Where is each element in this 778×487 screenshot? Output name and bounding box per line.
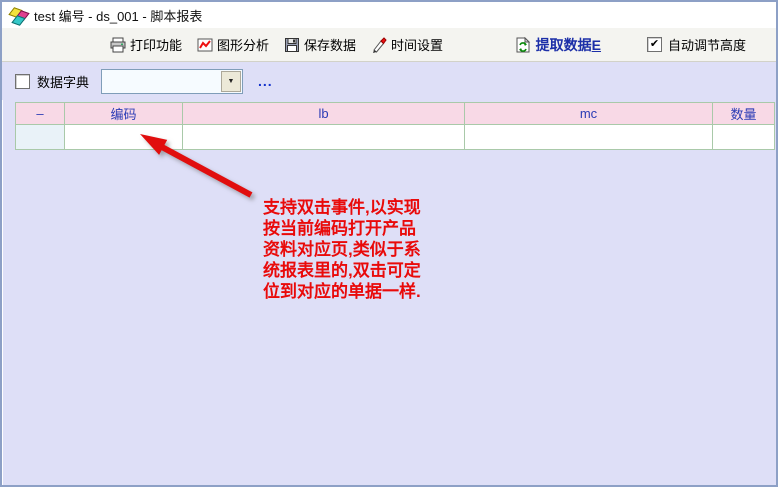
- extract-data-icon: [515, 37, 531, 53]
- annotation-text: 支持双击事件,以实现 按当前编码打开产品 资料对应页,类似于系 统报表里的,双击…: [263, 197, 421, 302]
- column-header-code[interactable]: 编码: [65, 103, 183, 125]
- extract-data-button[interactable]: 提取数据E: [515, 35, 601, 55]
- dictionary-combobox[interactable]: ▼: [101, 69, 243, 94]
- report-grid: – 编码 lb mc 数量: [15, 102, 775, 150]
- column-header-mc[interactable]: mc: [465, 103, 713, 125]
- table-row-empty: [16, 125, 775, 150]
- auto-height-toggle[interactable]: 自动调节高度: [647, 35, 746, 54]
- chart-analysis-label: 图形分析: [217, 35, 269, 54]
- auto-height-checkbox[interactable]: [647, 37, 662, 52]
- empty-cell: [713, 125, 775, 150]
- save-icon: [284, 37, 300, 53]
- report-window: test 编号 - ds_001 - 脚本报表 打印功能 图形分析: [0, 0, 778, 487]
- dropdown-arrow-icon[interactable]: ▼: [221, 71, 241, 92]
- column-header-qty[interactable]: 数量: [713, 103, 775, 125]
- auto-height-label: 自动调节高度: [668, 35, 746, 54]
- table-header-row: – 编码 lb mc 数量: [16, 103, 775, 125]
- dictionary-bar: 数据字典 ▼ ...: [2, 62, 776, 100]
- print-button[interactable]: 打印功能: [110, 35, 182, 54]
- annotation-arrow-icon: [132, 128, 262, 206]
- chart-icon: [197, 37, 213, 53]
- time-settings-label: 时间设置: [391, 35, 443, 54]
- print-button-label: 打印功能: [130, 35, 182, 54]
- report-table-body: [16, 125, 775, 150]
- title-bar: test 编号 - ds_001 - 脚本报表: [2, 2, 776, 28]
- empty-cell: [16, 125, 65, 150]
- window-title: test 编号 - ds_001 - 脚本报表: [34, 6, 202, 25]
- more-options-button[interactable]: ...: [258, 73, 273, 89]
- empty-cell: [465, 125, 713, 150]
- save-data-label: 保存数据: [304, 35, 356, 54]
- main-toolbar: 打印功能 图形分析 保存数据: [2, 28, 776, 62]
- save-data-button[interactable]: 保存数据: [284, 35, 356, 54]
- dictionary-checkbox[interactable]: [15, 74, 30, 89]
- column-header-lb[interactable]: lb: [183, 103, 465, 125]
- extract-hotkey: E: [592, 37, 601, 53]
- time-pen-icon: [371, 37, 387, 53]
- printer-icon: [110, 37, 126, 53]
- column-header-index[interactable]: –: [16, 103, 65, 125]
- dictionary-label: 数据字典: [37, 72, 89, 91]
- chart-analysis-button[interactable]: 图形分析: [197, 35, 269, 54]
- report-diamonds-icon: [10, 7, 28, 24]
- extract-data-label: 提取数据: [536, 37, 592, 53]
- time-settings-button[interactable]: 时间设置: [371, 35, 443, 54]
